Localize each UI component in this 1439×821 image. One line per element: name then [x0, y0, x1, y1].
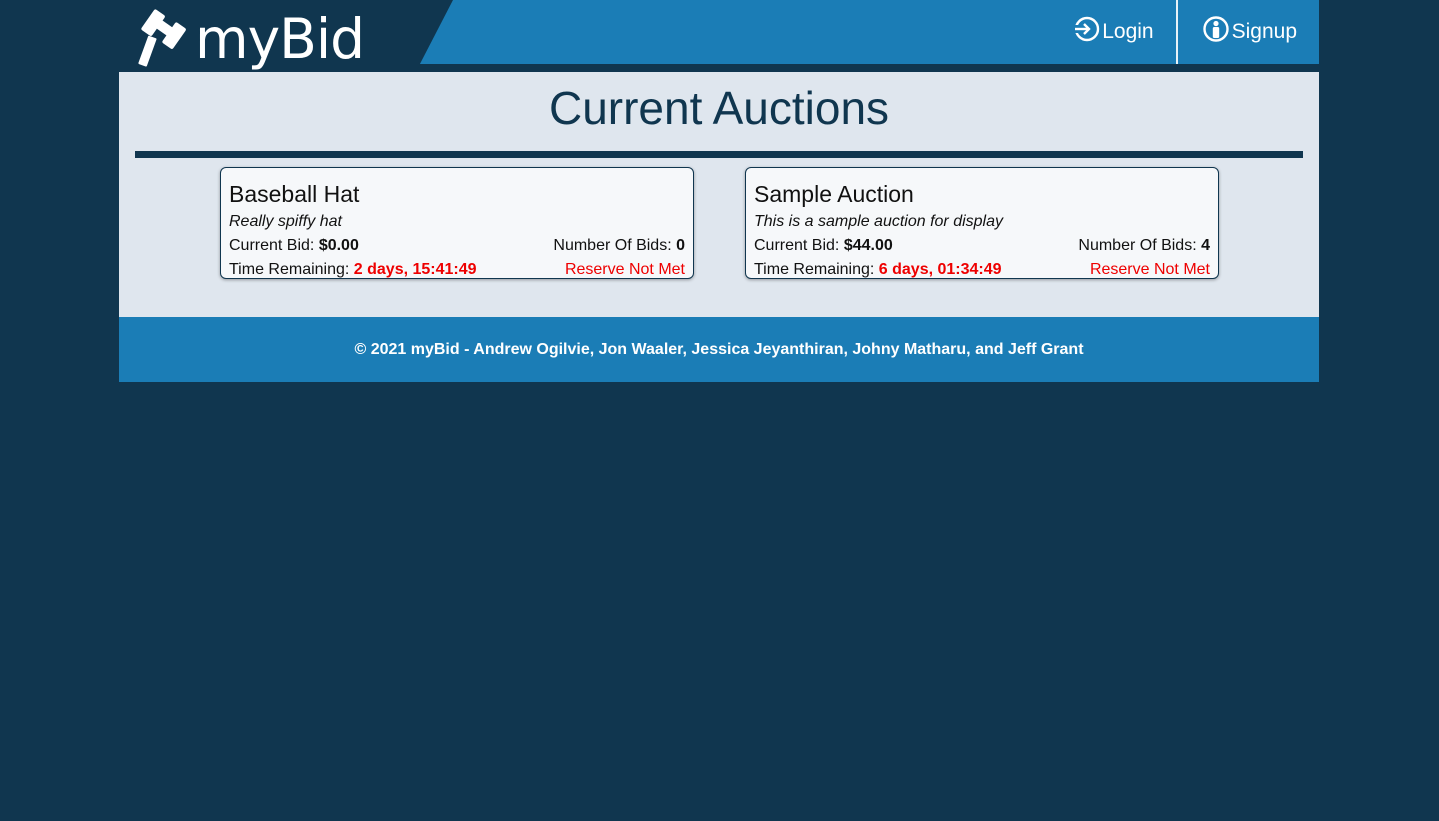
number-of-bids-value: 4 — [1201, 237, 1210, 254]
page-wrapper: myBid Login Signup Current Auctions Base… — [119, 0, 1319, 382]
number-of-bids-label: Number Of Bids: — [1078, 237, 1202, 254]
current-bid-label: Current Bid: — [754, 237, 844, 254]
auction-title: Sample Auction — [754, 181, 914, 207]
footer-credits: © 2021 myBid - Andrew Ogilvie, Jon Waale… — [354, 340, 1084, 358]
number-of-bids: Number Of Bids: 0 — [553, 236, 685, 256]
current-bid-label: Current Bid: — [229, 237, 319, 254]
time-remaining-value: 2 days, 15:41:49 — [353, 261, 477, 278]
brand-logo-link[interactable]: myBid — [133, 4, 365, 74]
reserve-status: Reserve Not Met — [564, 261, 685, 278]
reserve-status: Reserve Not Met — [1089, 261, 1210, 278]
number-of-bids-value: 0 — [676, 237, 685, 254]
auction-card[interactable]: Sample Auction This is a sample auction … — [745, 167, 1219, 279]
time-remaining: Time Remaining: 6 days, 01:34:49 — [754, 260, 1002, 280]
time-remaining: Time Remaining: 2 days, 15:41:49 — [229, 260, 477, 280]
auction-bid-row: Current Bid: $44.00 Number Of Bids: 4 — [754, 236, 1210, 256]
time-remaining-label: Time Remaining: — [754, 261, 879, 278]
auction-time-row: Time Remaining: 2 days, 15:41:49 Reserve… — [229, 260, 685, 280]
time-remaining-value: 6 days, 01:34:49 — [878, 261, 1002, 278]
site-footer: © 2021 myBid - Andrew Ogilvie, Jon Waale… — [119, 317, 1319, 382]
nav-divider — [1175, 0, 1178, 64]
signup-link[interactable]: Signup — [1178, 0, 1319, 64]
auction-title: Baseball Hat — [229, 181, 360, 207]
signup-label: Signup — [1231, 20, 1297, 43]
current-bid-value: $0.00 — [318, 237, 359, 254]
auction-bid-row: Current Bid: $0.00 Number Of Bids: 0 — [229, 236, 685, 256]
gavel-icon — [133, 6, 193, 73]
page-title: Current Auctions — [548, 82, 890, 134]
auction-description: This is a sample auction for display — [754, 213, 1003, 230]
number-of-bids-label: Number Of Bids: — [553, 237, 677, 254]
header-nav: Login Signup — [1072, 0, 1319, 64]
login-icon — [1072, 15, 1102, 49]
login-label: Login — [1102, 20, 1154, 43]
current-bid: Current Bid: $0.00 — [229, 236, 359, 256]
brand-name: myBid — [195, 6, 365, 71]
current-bid-value: $44.00 — [843, 237, 893, 254]
user-circle-icon — [1202, 15, 1232, 49]
number-of-bids: Number Of Bids: 4 — [1078, 236, 1210, 256]
login-link[interactable]: Login — [1072, 0, 1175, 64]
current-bid: Current Bid: $44.00 — [754, 236, 893, 256]
title-divider — [135, 151, 1303, 158]
auctions-panel: Current Auctions Baseball Hat Really spi… — [119, 72, 1319, 317]
auction-card[interactable]: Baseball Hat Really spiffy hat Current B… — [220, 167, 694, 279]
auction-description: Really spiffy hat — [229, 213, 342, 230]
time-remaining-label: Time Remaining: — [229, 261, 354, 278]
auction-time-row: Time Remaining: 6 days, 01:34:49 Reserve… — [754, 260, 1210, 280]
